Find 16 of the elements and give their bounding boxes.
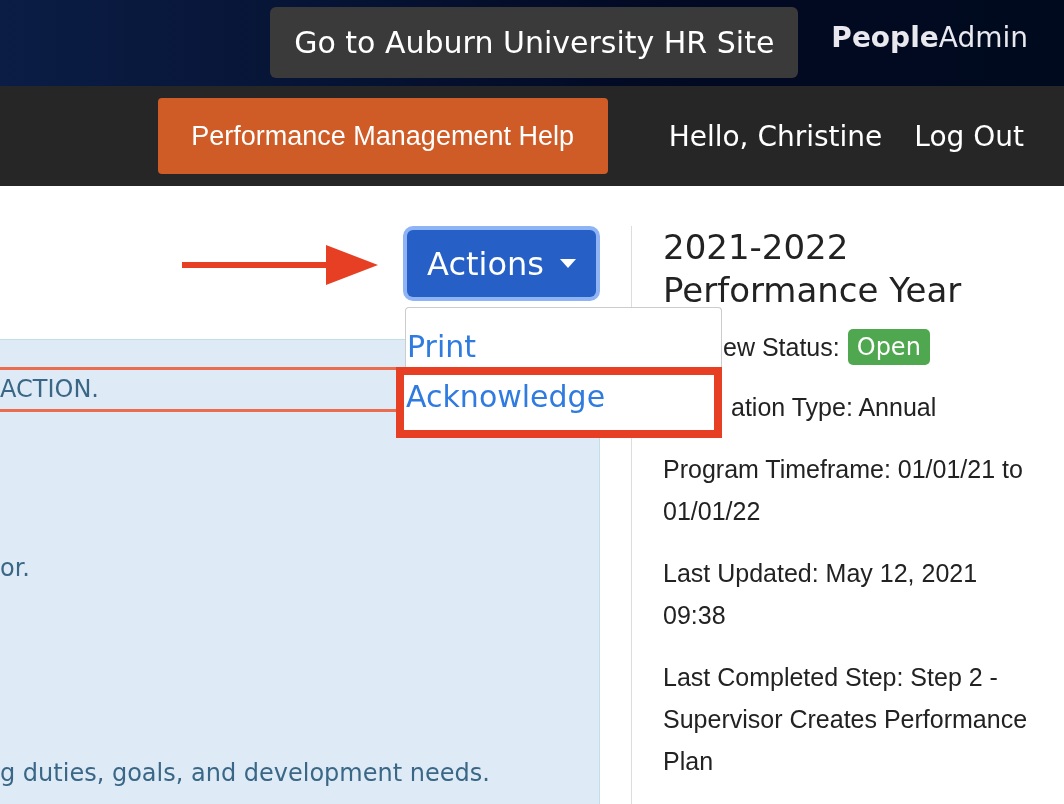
summary-fact: Program Timeframe: 01/01/21 to 01/01/22 xyxy=(663,454,1024,527)
caret-icon xyxy=(559,259,576,268)
notice-text: g duties, goals, and development needs. xyxy=(0,758,491,789)
greeting-link[interactable]: Hello, Christine xyxy=(668,119,883,153)
notice-text: or. xyxy=(0,553,31,584)
summary-fact: Last Updated: May 12, 2021 09:38 xyxy=(663,558,979,631)
help-button[interactable]: Performance Management Help xyxy=(157,98,608,174)
logout-link[interactable]: Log Out xyxy=(914,119,1024,153)
menu-item[interactable]: Print xyxy=(406,327,476,367)
summary-fact: Last Completed Step: Step 2 - Supervisor Creates Performance Plan xyxy=(663,662,1029,777)
status-label: ew Status: xyxy=(723,332,840,363)
logo: PeopleAdmin xyxy=(831,20,1028,54)
status-badge: Open xyxy=(847,329,930,365)
hr-site-button[interactable]: Go to Auburn University HR Site xyxy=(270,6,799,78)
performance-year-title: 2021-2022 Performance Year xyxy=(663,226,963,312)
summary-fact: ation Type: Annual xyxy=(730,392,938,423)
